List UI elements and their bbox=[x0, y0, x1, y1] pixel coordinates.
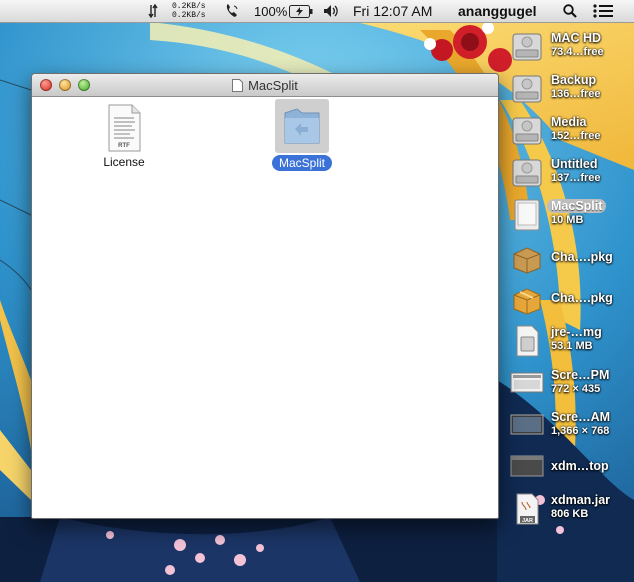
desktop-label: Cha….pkg bbox=[551, 291, 613, 305]
window-title-text: MacSplit bbox=[248, 77, 298, 93]
desktop-label: Media bbox=[551, 115, 587, 129]
desktop-sublabel: 772 × 435 bbox=[551, 383, 601, 395]
desktop-item-screenshot-am[interactable]: Scre…AM 1,366 × 768 bbox=[510, 409, 610, 444]
network-monitor-icon[interactable] bbox=[148, 0, 158, 22]
network-upload-speed: 0.2KB/s bbox=[172, 2, 206, 11]
app-window-icon bbox=[510, 455, 544, 477]
desktop-label: Scre…AM bbox=[551, 410, 611, 424]
desktop-item-xdm-desktop[interactable]: xdm…top bbox=[510, 452, 609, 485]
rtf-document-icon: RTF bbox=[108, 104, 141, 152]
network-speed[interactable]: 0.2KB/s 0.2KB/s bbox=[172, 0, 206, 22]
menu-bar: 0.2KB/s 0.2KB/s 100% Fri 12:07 AM anangg… bbox=[0, 0, 634, 23]
desktop-sublabel: 10 MB bbox=[551, 214, 584, 226]
desktop-item-screenshot-pm[interactable]: Scre…PM 772 × 435 bbox=[510, 367, 609, 402]
menu-clock[interactable]: Fri 12:07 AM bbox=[353, 0, 432, 22]
desktop-label: xdm…top bbox=[551, 459, 609, 473]
desktop-item-package-1[interactable]: Cha….pkg bbox=[510, 244, 613, 279]
desktop-label: Scre…PM bbox=[551, 368, 610, 382]
user-menu[interactable]: ananggugel bbox=[458, 0, 537, 22]
file-item-license[interactable]: RTF License bbox=[92, 104, 156, 171]
hard-drive-icon bbox=[512, 75, 542, 103]
desktop-item-xdman-jar[interactable]: JAR xdman.jar 806 KB bbox=[510, 492, 610, 531]
battery-icon[interactable] bbox=[289, 0, 313, 22]
macsplit-app-icon bbox=[284, 108, 320, 144]
phone-icon[interactable] bbox=[224, 0, 240, 22]
desktop-item-backup[interactable]: Backup 136…free bbox=[510, 72, 601, 111]
desktop-item-media[interactable]: Media 152…free bbox=[510, 114, 601, 153]
desktop-item-jre-dmg[interactable]: jre-…mg 53.1 MB bbox=[510, 324, 602, 363]
desktop-item-mac-hd[interactable]: MAC HD 73.4…free bbox=[510, 30, 604, 69]
window-title: MacSplit bbox=[32, 74, 498, 96]
desktop-sublabel: 137…free bbox=[551, 172, 601, 184]
package-icon bbox=[513, 288, 541, 315]
desktop-label: MAC HD bbox=[551, 31, 601, 45]
disk-image-icon bbox=[514, 199, 540, 231]
volume-icon[interactable] bbox=[323, 0, 341, 22]
desktop-sublabel: 1,366 × 768 bbox=[551, 425, 610, 437]
file-label-macsplit: MacSplit bbox=[271, 155, 332, 171]
desktop-item-macsplit-volume[interactable]: MacSplit 10 MB bbox=[510, 198, 607, 237]
spotlight-search-icon[interactable] bbox=[563, 0, 577, 22]
desktop-label: jre-…mg bbox=[551, 325, 602, 339]
network-download-speed: 0.2KB/s bbox=[172, 11, 206, 20]
hard-drive-icon bbox=[512, 33, 542, 61]
notification-center-icon[interactable] bbox=[593, 0, 613, 22]
desktop-item-untitled[interactable]: Untitled 137…free bbox=[510, 156, 601, 195]
jar-file-icon: JAR bbox=[516, 493, 539, 525]
desktop-label: MacSplit bbox=[547, 199, 607, 213]
screenshot-icon bbox=[510, 414, 544, 435]
hard-drive-icon bbox=[512, 117, 542, 145]
document-proxy-icon[interactable] bbox=[232, 78, 244, 92]
selection-highlight bbox=[275, 99, 329, 153]
finder-window: MacSplit RTF License MacSplit bbox=[31, 73, 499, 519]
desktop-item-package-2[interactable]: Cha….pkg bbox=[510, 285, 613, 320]
desktop-sublabel: 136…free bbox=[551, 88, 601, 100]
desktop-sublabel: 53.1 MB bbox=[551, 340, 593, 352]
hard-drive-icon bbox=[512, 159, 542, 187]
file-label-license: License bbox=[103, 155, 145, 169]
desktop-sublabel: 152…free bbox=[551, 130, 601, 142]
dmg-file-icon bbox=[516, 325, 539, 357]
desktop-label: Cha….pkg bbox=[551, 250, 613, 264]
window-titlebar[interactable]: MacSplit bbox=[32, 74, 498, 97]
svg-text:JAR: JAR bbox=[522, 518, 533, 524]
desktop-label: Untitled bbox=[551, 157, 598, 171]
battery-percent[interactable]: 100% bbox=[254, 0, 287, 22]
desktop-sublabel: 73.4…free bbox=[551, 46, 604, 58]
rtf-badge: RTF bbox=[118, 143, 130, 149]
file-item-macsplit[interactable]: MacSplit bbox=[266, 99, 338, 172]
screenshot-icon bbox=[510, 372, 544, 393]
desktop-label: xdman.jar bbox=[551, 493, 611, 507]
package-icon bbox=[513, 247, 541, 274]
desktop-label: Backup bbox=[551, 73, 597, 87]
desktop-sublabel: 806 KB bbox=[551, 508, 589, 520]
